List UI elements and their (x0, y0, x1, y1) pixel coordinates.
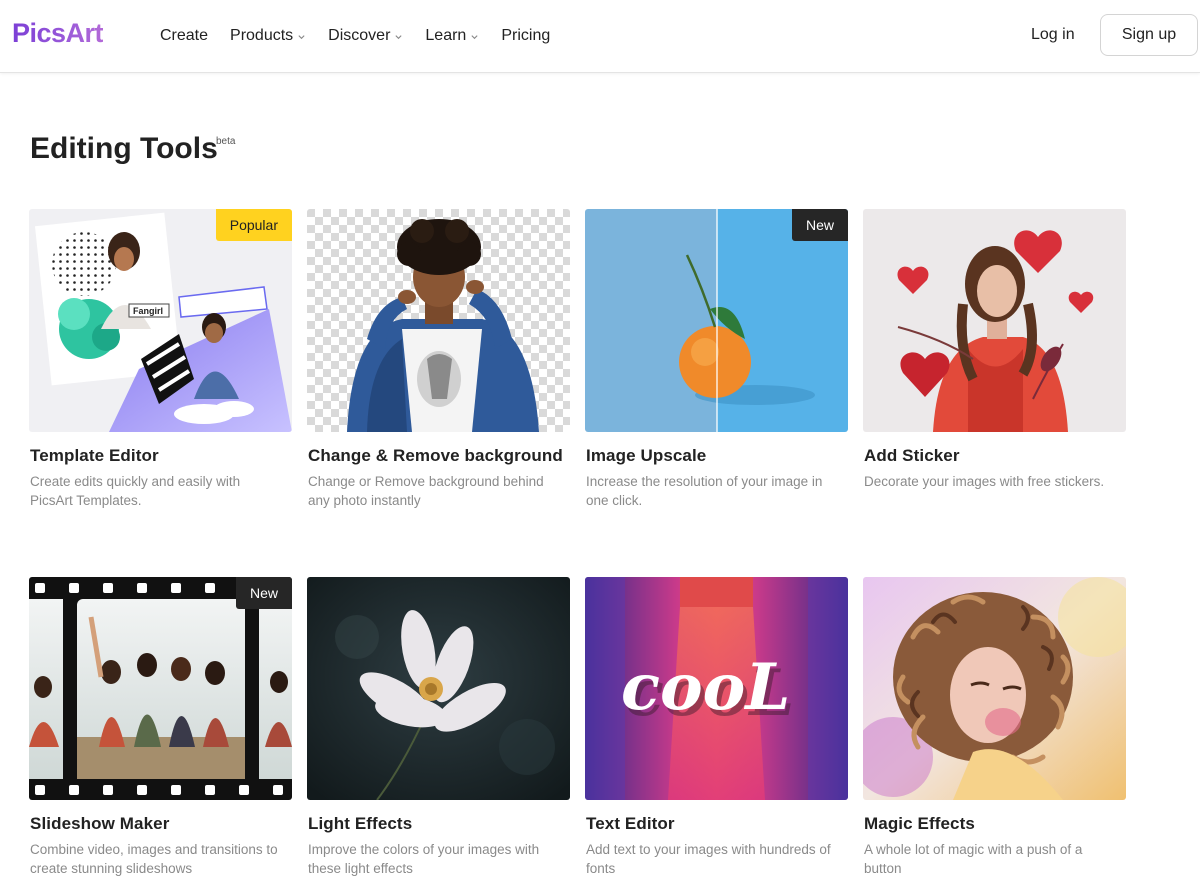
new-badge: New (235, 577, 292, 609)
template-editor-image: Fangirl (29, 209, 292, 432)
nav-learn-label: Learn (425, 27, 467, 44)
tool-title: Slideshow Maker (30, 814, 170, 833)
tool-title: Text Editor (586, 814, 675, 833)
chevron-down-icon (298, 34, 305, 39)
tool-thumbnail (307, 209, 570, 432)
tool-title: Change & Remove background (308, 446, 563, 465)
chevron-down-icon (471, 34, 478, 39)
slideshow-maker-image (29, 577, 292, 800)
popular-badge: Popular (215, 209, 292, 241)
beta-tag: beta (216, 136, 236, 147)
remove-background-image (307, 209, 570, 432)
tool-description: Improve the colors of your images with t… (308, 842, 540, 876)
picsart-logo[interactable]: PicsArt (12, 18, 104, 49)
tool-thumbnail: cooL cooL (585, 577, 848, 800)
tool-thumbnail: New (585, 209, 848, 432)
tool-thumbnail: New (29, 577, 292, 800)
tool-thumbnail: Fangirl Popular (29, 209, 292, 432)
cool-text: cooL (621, 650, 790, 725)
login-link[interactable]: Log in (1031, 26, 1075, 44)
light-effects-image (307, 577, 570, 800)
tool-description: Decorate your images with free stickers. (864, 474, 1105, 489)
tool-thumbnail (863, 209, 1126, 432)
tool-description: Change or Remove background behind any p… (308, 474, 544, 508)
nav-create[interactable]: Create (160, 27, 208, 45)
page-title: Editing Tools (30, 132, 218, 165)
tool-description: Add text to your images with hundreds of… (586, 842, 831, 876)
tool-description: Combine video, images and transitions to… (30, 842, 278, 876)
tool-description: Increase the resolution of your image in… (586, 474, 823, 508)
tool-thumbnail (307, 577, 570, 800)
text-editor-image: cooL cooL (585, 577, 848, 800)
nav-create-label: Create (160, 27, 209, 44)
nav-learn[interactable]: Learn (425, 27, 479, 45)
add-sticker-image (863, 209, 1126, 432)
nav-products[interactable]: Products (230, 27, 306, 45)
tool-description: Create edits quickly and easily with Pic… (30, 474, 241, 508)
fangirl-sticker-text: Fangirl (133, 306, 163, 316)
tool-description: A whole lot of magic with a push of a bu… (864, 842, 1083, 876)
nav-products-label: Products (230, 27, 294, 44)
nav-discover-label: Discover (328, 27, 391, 44)
nav-pricing-label: Pricing (501, 27, 551, 44)
signup-button[interactable]: Sign up (1100, 14, 1198, 56)
magic-effects-image (863, 577, 1126, 800)
tool-title: Template Editor (30, 446, 159, 465)
main-menu: Create Products Discover Learn Pricing (160, 0, 572, 72)
tool-title: Image Upscale (586, 446, 707, 465)
nav-discover[interactable]: Discover (328, 27, 403, 45)
top-navigation: PicsArt Create Products Discover Learn P… (0, 0, 1200, 73)
image-upscale-image (585, 209, 848, 432)
tool-thumbnail (863, 577, 1126, 800)
tool-title: Light Effects (308, 814, 413, 833)
tool-title: Magic Effects (864, 814, 975, 833)
chevron-down-icon (395, 34, 402, 39)
nav-pricing[interactable]: Pricing (501, 27, 550, 45)
tool-title: Add Sticker (864, 446, 960, 465)
new-badge: New (791, 209, 848, 241)
